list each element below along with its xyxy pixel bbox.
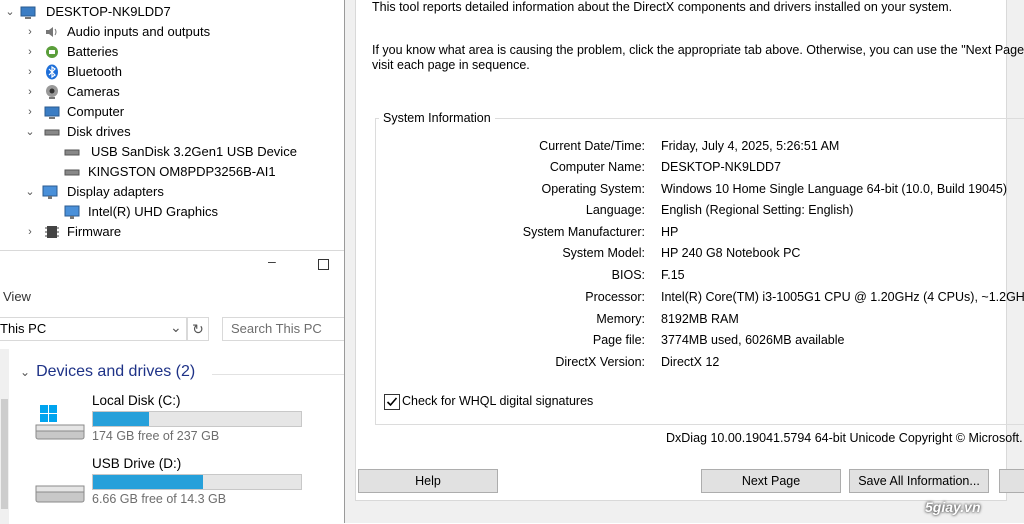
camera-icon [46,85,58,99]
chevron-down-icon[interactable]: ⌄ [4,2,16,22]
info-value: 8192MB RAM [661,312,739,326]
drive-name: USB Drive (D:) [92,456,182,471]
device-manager-tree: ⌄ DESKTOP-NK9LDD7 › Audio inputs and out… [0,0,344,252]
drive-usage-fill [93,412,150,426]
computer-icon [44,106,60,119]
computer-icon [20,6,36,19]
tree-item-label: Firmware [67,224,122,239]
chevron-right-icon[interactable]: › [24,42,36,62]
monitor-icon [64,205,80,219]
intro-text-1: This tool reports detailed information a… [372,0,953,14]
minimize-icon[interactable]: – [268,254,278,268]
nav-pane-scrollbar[interactable] [0,349,9,524]
checkmark-icon [386,397,398,407]
drive-item-c[interactable]: Local Disk (C:) 174 GB free of 237 GB [30,391,320,447]
search-input[interactable]: Search This PC [222,317,345,341]
disk-drive-icon [64,169,80,176]
drive-usage-fill [93,475,204,489]
info-value: English (Regional Setting: English) [661,203,854,217]
help-button[interactable]: Help [358,469,498,493]
info-label: Memory: [596,312,645,326]
tree-root-label: DESKTOP-NK9LDD7 [46,4,171,19]
tree-item-label: Disk drives [67,124,131,139]
search-placeholder: Search This PC [231,321,322,336]
info-value: Friday, July 4, 2025, 5:26:51 AM [661,139,840,153]
devices-section-header[interactable]: ⌄ Devices and drives (2) [20,363,195,381]
info-value: HP 240 G8 Notebook PC [661,246,801,260]
info-value: DESKTOP-NK9LDD7 [661,160,781,174]
info-label: System Manufacturer: [522,225,645,239]
info-label: BIOS: [611,268,645,282]
section-divider [212,374,344,375]
drive-free-text: 6.66 GB free of 14.3 GB [92,492,227,506]
chevron-right-icon[interactable]: › [24,82,36,102]
whql-checkbox-label[interactable]: Check for WHQL digital signatures [402,394,593,408]
tree-item-label: Bluetooth [67,64,122,79]
group-title: System Information [379,111,495,125]
intro-text-2b: visit each page in sequence. [372,58,530,72]
dxdiag-footer: DxDiag 10.00.19041.5794 64-bit Unicode C… [666,431,1024,445]
chevron-right-icon[interactable]: › [24,222,36,242]
file-explorer-window: – View This PC ⌄ ↻ Search This PC ⌄ Devic… [0,250,345,524]
address-bar[interactable]: This PC ⌄ [0,317,187,341]
chevron-down-icon[interactable]: ⌄ [170,319,182,336]
tree-item-label: Display adapters [67,184,164,199]
chevron-right-icon[interactable]: › [24,62,36,82]
info-label: Processor: [585,290,645,304]
disk-drive-icon [64,149,80,156]
info-label: System Model: [562,246,645,260]
info-value: F.15 [661,268,685,282]
refresh-icon[interactable]: ↻ [187,317,209,341]
info-label: Page file: [592,333,645,347]
bluetooth-icon [46,64,58,80]
tree-item-label: Cameras [67,84,120,99]
info-label: Computer Name: [549,160,645,174]
next-page-button[interactable]: Next Page [701,469,841,493]
watermark: 5giay.vn [925,499,981,515]
address-text: This PC [0,321,47,336]
monitor-icon [42,185,58,199]
drive-name: Local Disk (C:) [92,393,181,408]
chevron-down-icon[interactable]: ⌄ [24,182,36,202]
info-label: Current Date/Time: [539,139,645,153]
chevron-right-icon[interactable]: › [24,102,36,122]
info-label: Language: [585,203,645,217]
exit-button-partial[interactable] [999,469,1024,493]
drive-usage-bar [92,474,302,490]
battery-icon [46,46,58,58]
scrollbar-thumb[interactable] [1,399,8,509]
info-value: DirectX 12 [661,355,720,369]
tree-item-label: Audio inputs and outputs [67,24,211,39]
tree-item-label: Batteries [67,44,119,59]
info-label: Operating System: [541,182,645,196]
tree-item-label: Intel(R) UHD Graphics [88,204,219,219]
tree-item-label: KINGSTON OM8PDP3256B-AI1 [88,164,276,179]
intro-text-2: If you know what area is causing the pro… [372,43,1024,57]
section-title: Devices and drives (2) [36,363,196,380]
tree-item-label: USB SanDisk 3.2Gen1 USB Device [91,144,297,159]
info-label: DirectX Version: [555,355,645,369]
whql-checkbox[interactable] [384,394,400,410]
drive-free-text: 174 GB free of 237 GB [92,429,220,443]
usb-drive-icon [35,485,85,503]
firmware-icon [45,226,59,238]
save-all-information-button[interactable]: Save All Information... [849,469,989,493]
speaker-icon [46,27,57,37]
chevron-down-icon: ⌄ [20,365,31,379]
info-value: Windows 10 Home Single Language 64-bit (… [661,182,1008,196]
info-value: Intel(R) Core(TM) i3-1005G1 CPU @ 1.20GH… [661,290,1024,304]
drive-item-d[interactable]: USB Drive (D:) 6.66 GB free of 14.3 GB [30,454,320,510]
view-menu[interactable]: View [3,289,31,304]
info-value: 3774MB used, 6026MB available [661,333,845,347]
maximize-icon[interactable] [318,259,329,270]
disk-drive-icon [44,129,60,136]
chevron-right-icon[interactable]: › [24,22,36,42]
windows-drive-icon [35,405,85,440]
info-value: HP [661,225,679,239]
tree-item-label: Computer [67,104,125,119]
drive-usage-bar [92,411,302,427]
dxdiag-window: This tool reports detailed information a… [344,0,1024,523]
chevron-down-icon[interactable]: ⌄ [24,122,36,142]
